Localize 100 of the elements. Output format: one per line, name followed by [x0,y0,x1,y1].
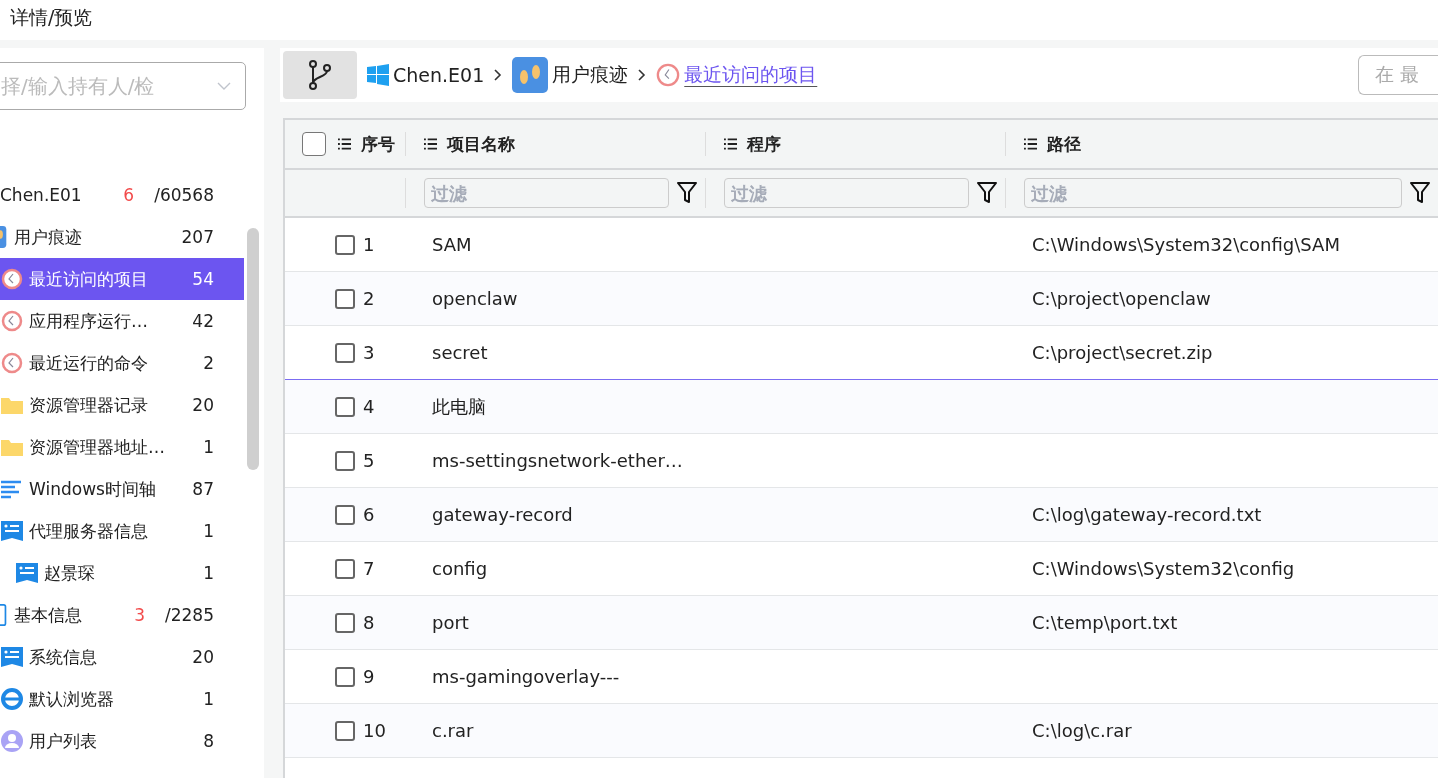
branch-icon [307,59,333,91]
item-count: 20 [192,395,214,415]
row-checkbox[interactable] [335,504,355,525]
tree-label: Chen.E01 [0,185,83,205]
tree-item[interactable]: 最近运行的命令 2 [0,342,244,384]
filter-field[interactable]: 过滤 [424,178,669,208]
column-header[interactable]: 项目名称 [447,132,515,156]
tree-item[interactable]: 最近访问的项目 54 [0,258,244,300]
tree-item[interactable]: Windows时间轴 87 [0,468,244,510]
row-checkbox[interactable] [335,558,355,579]
row-checkbox[interactable] [335,450,355,471]
table-cell: 此电脑 [432,394,486,419]
row-number: 9 [363,666,375,687]
table-cell: gateway-record [432,504,573,525]
row-number: 10 [363,720,386,741]
row-checkbox[interactable] [335,666,355,687]
list-icon [424,138,437,150]
row-number: 1 [363,234,375,255]
tree-item[interactable]: 资源管理器记录 20 [0,384,244,426]
table-cell: C:\project\secret.zip [1032,342,1213,363]
row-number: 4 [363,396,375,417]
tree-label: 应用程序运行… [29,309,149,333]
row-checkbox[interactable] [335,720,355,741]
item-count: /60568 [154,185,214,205]
row-checkbox[interactable] [335,396,355,417]
tree-label: Windows时间轴 [29,477,157,501]
column-header[interactable]: 程序 [747,132,781,156]
table-cell: openclaw [432,288,518,309]
tree-item[interactable]: 基本信息 3 /2285 [0,594,244,636]
windows-icon [367,64,389,86]
branch-button[interactable] [283,51,357,99]
tree-item[interactable]: 资源管理器地址… 1 [0,426,244,468]
item-count: /2285 [165,605,214,625]
item-count: 207 [181,227,214,247]
table-cell: C:\Windows\System32\config\SAM [1032,234,1340,255]
tree-item[interactable]: 赵景琛 1 [0,552,244,594]
row-number: 7 [363,558,375,579]
table-cell: c.rar [432,720,474,741]
filter-field[interactable]: 过滤 [1024,178,1402,208]
table-cell: port [432,612,469,633]
table-cell: ms-settingsnetwork-ether… [432,450,683,471]
tree-item[interactable]: 默认浏览器 1 [0,678,244,720]
table-cell: C:\project\openclaw [1032,288,1211,309]
list-icon [338,138,351,150]
tree-label: 用户痕迹 [14,225,83,249]
row-checkbox[interactable] [335,288,355,309]
list-icon [1024,138,1037,150]
tree-label: 代理服务器信息 [29,519,149,543]
column-header[interactable]: 路径 [1047,132,1081,156]
tree-label: 资源管理器地址… [29,435,166,459]
column-header[interactable]: 序号 [361,132,395,156]
tree-item[interactable]: 系统信息 20 [0,636,244,678]
table-cell: C:\Windows\System32\config [1032,558,1295,579]
item-count: 1 [203,563,214,583]
item-count: 1 [203,689,214,709]
tree-item[interactable]: 应用程序运行… 42 [0,300,244,342]
row-number: 5 [363,450,375,471]
table-cell: config [432,558,488,579]
tree-label: 赵景琛 [44,561,96,585]
scrollbar-thumb[interactable] [247,228,259,470]
flag-count: 3 [134,605,145,625]
row-checkbox[interactable] [335,342,355,363]
tree-label: 系统信息 [29,645,98,669]
chevron-right-icon [638,69,647,81]
table-cell: C:\log\gateway-record.txt [1032,504,1262,525]
item-count: 42 [192,311,214,331]
row-checkbox[interactable] [335,612,355,633]
item-count: 20 [192,647,214,667]
footprint-icon [512,57,549,93]
row-number: 8 [363,612,375,633]
clock-icon [1,268,23,290]
tree-label: 最近运行的命令 [29,351,149,375]
row-checkbox[interactable] [335,234,355,255]
tree-label: 用户列表 [29,729,98,753]
filter-icon[interactable] [1410,182,1430,204]
item-count: 8 [203,731,214,751]
chevron-down-icon [217,82,231,90]
chevron-right-icon [494,69,503,81]
breadcrumb-item[interactable]: Chen.E01 [393,64,485,86]
item-count: 1 [203,437,214,457]
list-icon [724,138,737,150]
tree-item[interactable]: Chen.E01 6 /60568 [0,174,244,216]
breadcrumb-link[interactable]: 最近访问的项目 [684,62,818,88]
table-cell: SAM [432,234,472,255]
row-number: 2 [363,288,375,309]
filter-field[interactable]: 过滤 [724,178,969,208]
filter-icon[interactable] [977,182,997,204]
select-all-checkbox[interactable] [302,132,326,156]
card-icon [16,562,38,584]
table-cell: C:\log\c.rar [1032,720,1132,741]
browser-icon [1,688,23,710]
filter-icon[interactable] [677,182,697,204]
row-number: 3 [363,342,375,363]
tree-item[interactable]: 用户列表 8 [0,720,244,762]
tree-item[interactable]: 代理服务器信息 1 [0,510,244,552]
item-count: 1 [203,521,214,541]
tree-label: 基本信息 [14,603,83,627]
details-tab[interactable]: 详情/预览 [10,5,93,35]
tree-item[interactable]: 用户痕迹 207 [0,216,244,258]
breadcrumb-item[interactable]: 用户痕迹 [552,62,629,88]
